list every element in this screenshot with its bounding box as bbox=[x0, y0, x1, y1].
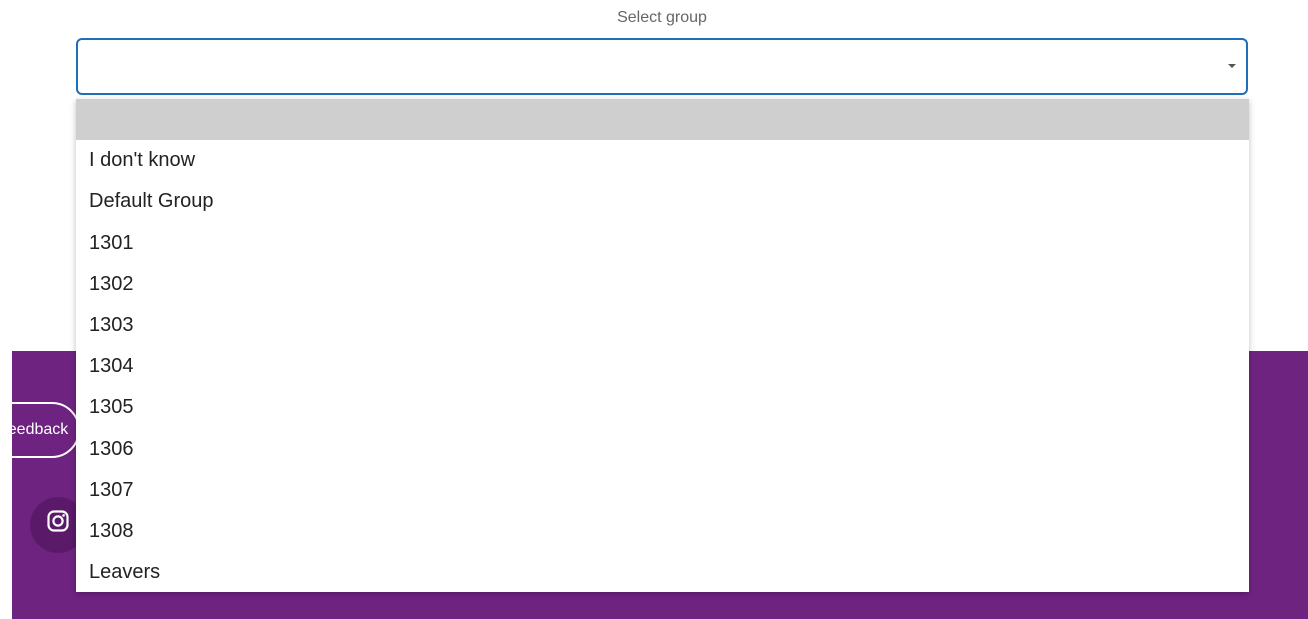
caret-down-icon bbox=[1228, 64, 1236, 68]
feedback-button[interactable]: Feedback bbox=[0, 402, 80, 458]
dropdown-option[interactable]: 1307 bbox=[76, 470, 1249, 511]
dropdown-option[interactable]: 1304 bbox=[76, 346, 1249, 387]
group-dropdown-list: I don't know Default Group 1301 1302 130… bbox=[76, 99, 1249, 592]
dropdown-option[interactable]: 1302 bbox=[76, 264, 1249, 305]
select-group-label: Select group bbox=[617, 9, 707, 26]
dropdown-option-blank[interactable] bbox=[76, 99, 1249, 141]
dropdown-option[interactable]: 1303 bbox=[76, 305, 1249, 346]
group-select[interactable] bbox=[76, 38, 1248, 95]
dropdown-option[interactable]: 1308 bbox=[76, 511, 1249, 552]
dropdown-option[interactable]: 1305 bbox=[76, 387, 1249, 428]
instagram-icon bbox=[47, 510, 69, 532]
dropdown-option[interactable]: Leavers bbox=[76, 552, 1249, 592]
dropdown-option[interactable]: 1306 bbox=[76, 429, 1249, 470]
dropdown-option[interactable]: Default Group bbox=[76, 181, 1249, 222]
dropdown-option[interactable]: I don't know bbox=[76, 140, 1249, 181]
dropdown-option[interactable]: 1301 bbox=[76, 223, 1249, 264]
